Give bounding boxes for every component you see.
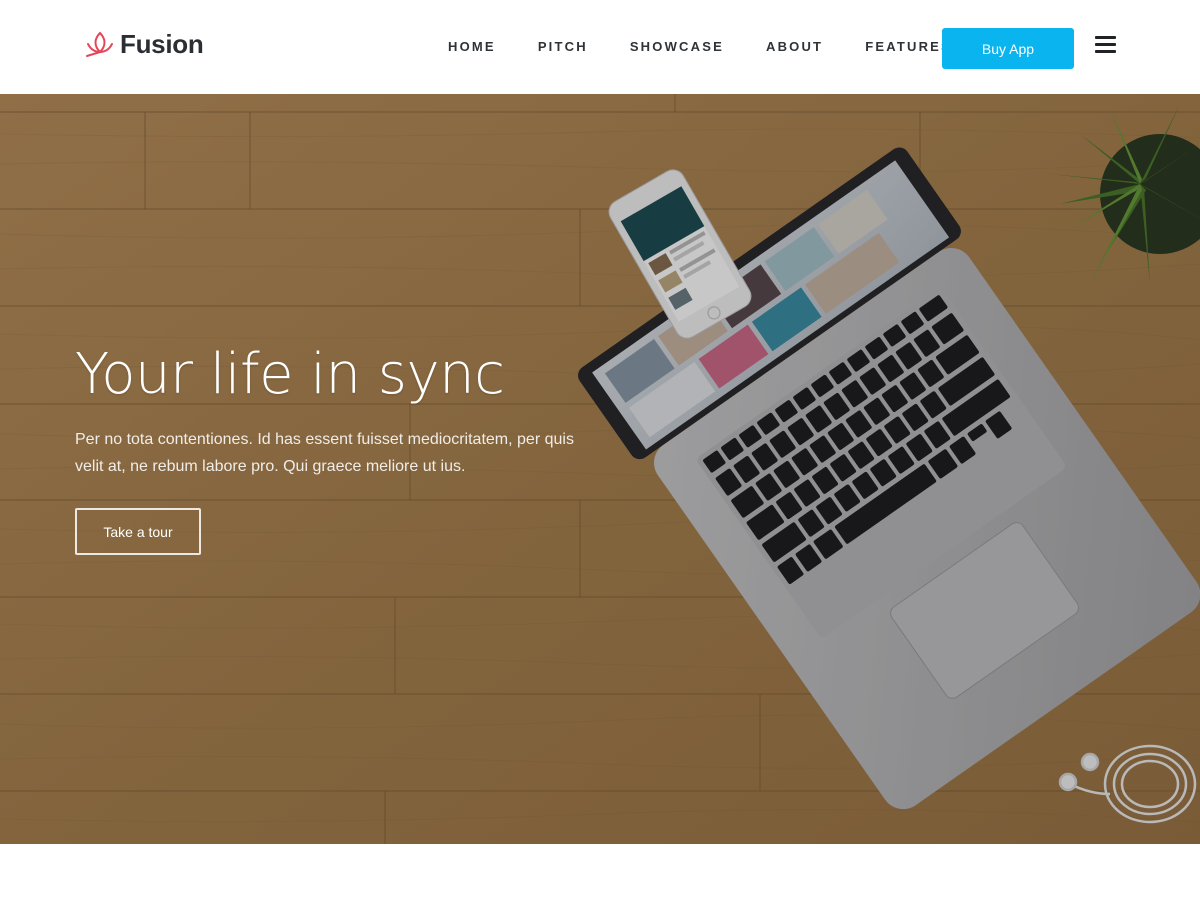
site-header: Fusion HOME PITCH SHOWCASE ABOUT FEATURE… bbox=[0, 0, 1200, 94]
buy-app-button[interactable]: Buy App bbox=[942, 28, 1074, 69]
hero-title: Your life in sync bbox=[75, 342, 505, 407]
main-nav: HOME PITCH SHOWCASE ABOUT FEATURES bbox=[448, 38, 994, 56]
leaf-logo-icon bbox=[86, 31, 113, 57]
hamburger-menu-icon[interactable] bbox=[1095, 36, 1116, 53]
brand-logo[interactable]: Fusion bbox=[84, 26, 204, 62]
below-hero-area bbox=[0, 844, 1200, 921]
hero-subtitle: Per no tota contentiones. Id has essent … bbox=[75, 431, 574, 475]
nav-item-features[interactable]: FEATURES bbox=[865, 38, 952, 56]
nav-item-showcase[interactable]: SHOWCASE bbox=[630, 38, 724, 56]
nav-item-pitch[interactable]: PITCH bbox=[538, 38, 588, 56]
nav-item-about[interactable]: ABOUT bbox=[766, 38, 823, 56]
hero-content: Your life in sync Per no tota contention… bbox=[75, 342, 595, 555]
take-a-tour-button[interactable]: Take a tour bbox=[75, 508, 201, 555]
nav-item-home[interactable]: HOME bbox=[448, 38, 496, 56]
brand-name: Fusion bbox=[120, 28, 204, 59]
hero-section: Your life in sync Per no tota contention… bbox=[0, 94, 1200, 844]
